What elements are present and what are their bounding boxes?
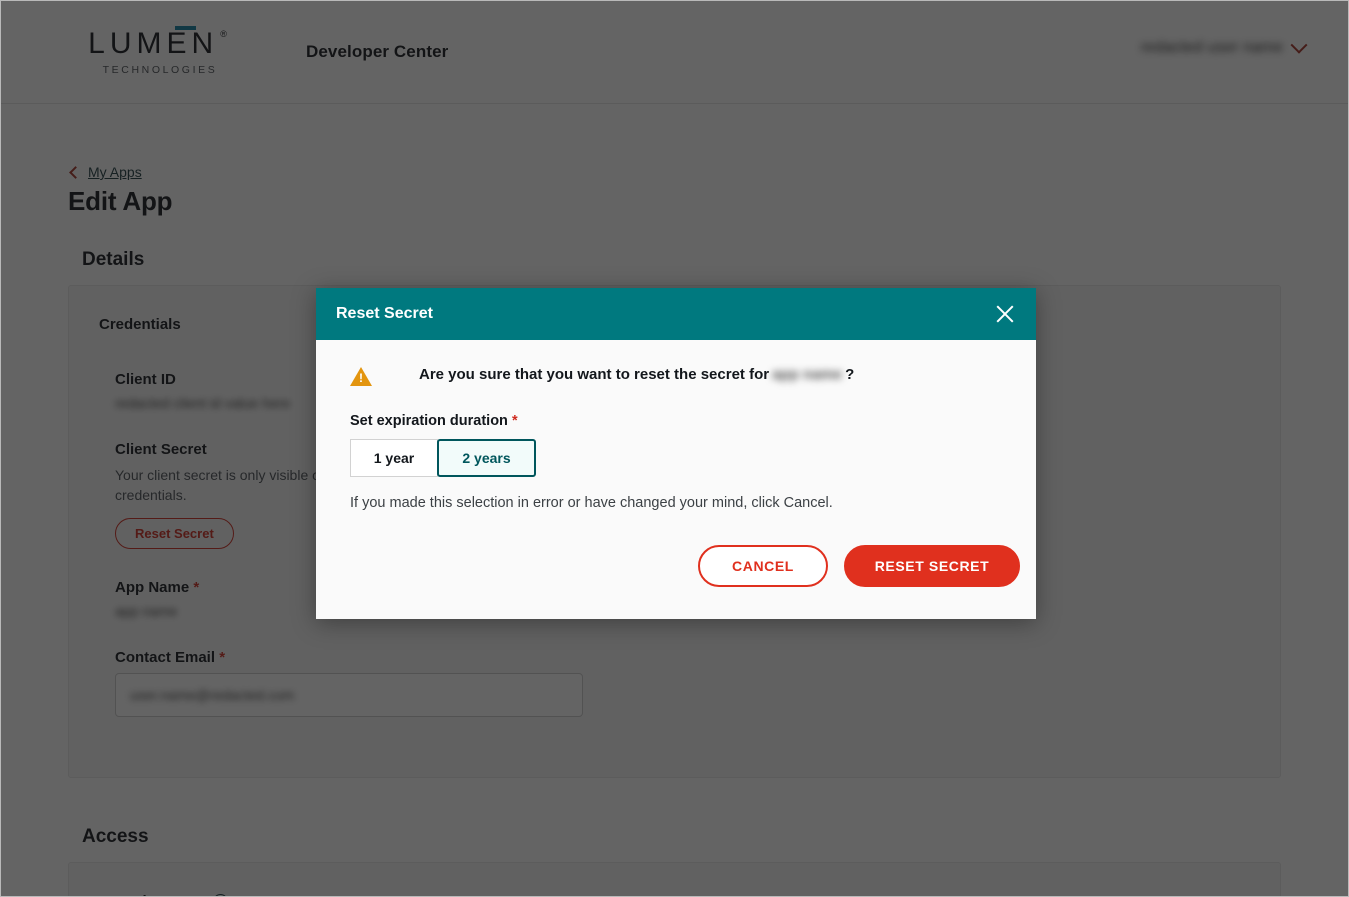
close-icon[interactable] [992, 301, 1018, 327]
dialog-actions: CANCEL RESET SECRET [316, 511, 1036, 619]
duration-label-text: Set expiration duration [350, 413, 508, 429]
reset-secret-dialog: Reset Secret ! Are you sure that you wan… [316, 288, 1036, 619]
warning-exclamation: ! [359, 371, 363, 385]
duration-required-marker: * [511, 413, 518, 429]
dialog-title: Reset Secret [336, 305, 433, 322]
dialog-header: Reset Secret [316, 288, 1036, 340]
duration-option-2-years[interactable]: 2 years [437, 439, 536, 477]
duration-toggle-group: 1 year 2 years [350, 439, 1002, 477]
confirmation-text: Are you sure that you want to reset the … [419, 366, 854, 383]
confirm-reset-secret-button[interactable]: RESET SECRET [844, 545, 1020, 587]
dialog-body: ! Are you sure that you want to reset th… [316, 340, 1036, 511]
duration-option-1-year[interactable]: 1 year [350, 439, 438, 477]
confirmation-row: ! Are you sure that you want to reset th… [350, 366, 1002, 387]
cancel-button[interactable]: CANCEL [698, 545, 828, 587]
confirmation-prefix: Are you sure that you want to reset the … [419, 366, 770, 383]
warning-triangle-icon: ! [350, 367, 372, 387]
duration-label: Set expiration duration * [350, 413, 1002, 429]
cancel-hint-text: If you made this selection in error or h… [350, 495, 833, 511]
confirmation-app-name: app name [772, 366, 843, 383]
confirmation-suffix: ? [845, 366, 855, 383]
app-window: LUMEN ® TECHNOLOGIES Developer Center re… [0, 0, 1349, 897]
